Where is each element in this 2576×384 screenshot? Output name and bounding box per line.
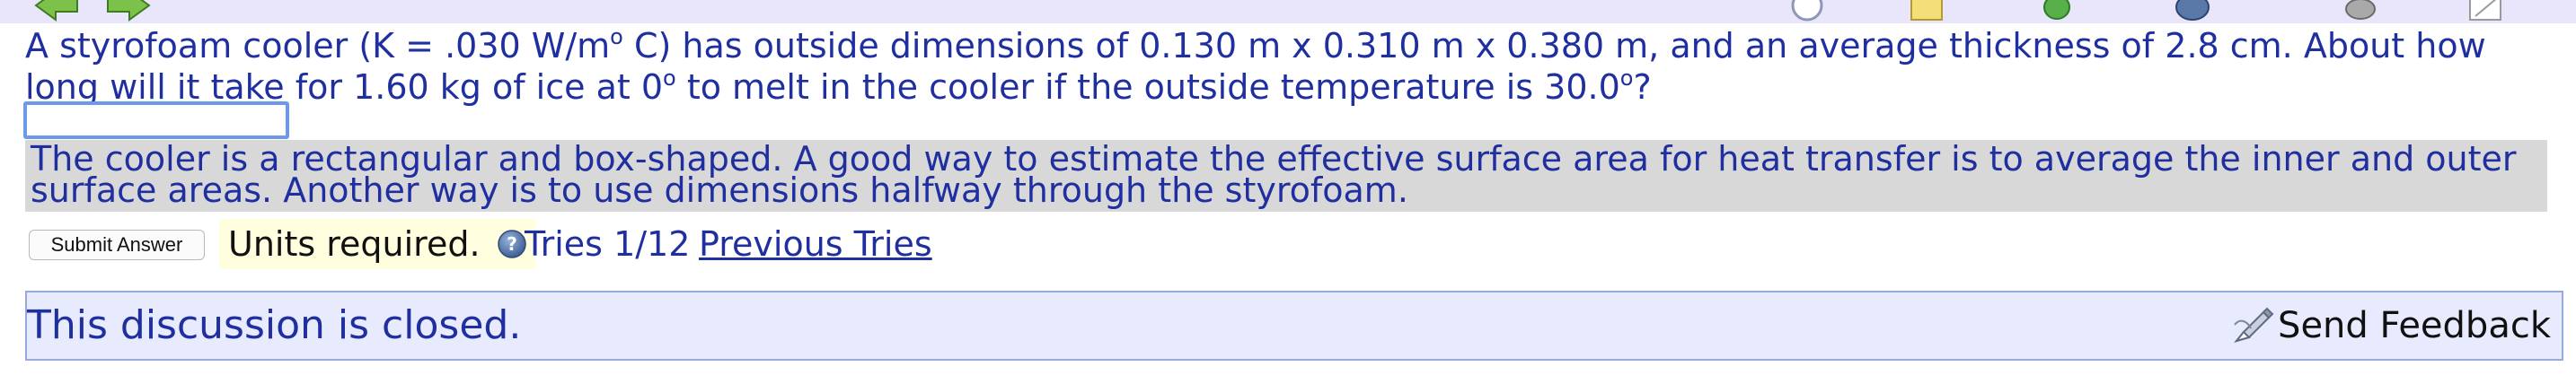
hint-text: The cooler is a rectangular and box-shap…: [31, 139, 2517, 210]
submit-answer-button[interactable]: Submit Answer: [29, 230, 205, 260]
svg-text:?: ?: [507, 233, 517, 255]
discussion-bar: This discussion is closed. Send Feedback: [25, 291, 2563, 361]
leaf-icon[interactable]: [2037, 0, 2077, 22]
help-icon[interactable]: ?: [497, 229, 527, 259]
gear-icon[interactable]: [2170, 0, 2215, 22]
edit-icon[interactable]: [2466, 0, 2506, 22]
question-text: A styrofoam cooler (K = .030 W/mo C) has…: [25, 24, 2486, 107]
previous-tries-link[interactable]: Previous Tries: [699, 219, 932, 269]
back-arrow-icon[interactable]: [34, 0, 79, 22]
units-required-label: Units required.: [228, 224, 481, 264]
answer-input[interactable]: [23, 101, 289, 139]
send-feedback-button[interactable]: Send Feedback: [2231, 292, 2551, 359]
clock-icon[interactable]: [1789, 0, 1825, 22]
tries-counter: Tries 1/12: [525, 224, 691, 264]
forward-arrow-icon[interactable]: [106, 0, 151, 22]
units-required-notice: Units required. ?: [219, 219, 536, 269]
send-feedback-label: Send Feedback: [2278, 305, 2551, 346]
feedback-icon: [2234, 307, 2274, 343]
note-icon[interactable]: [1908, 0, 1947, 22]
discussion-closed-text: This discussion is closed.: [27, 302, 522, 348]
trash-icon[interactable]: [2341, 0, 2380, 22]
top-toolbar-strip: [0, 0, 2576, 23]
hint-box: The cooler is a rectangular and box-shap…: [25, 140, 2547, 212]
